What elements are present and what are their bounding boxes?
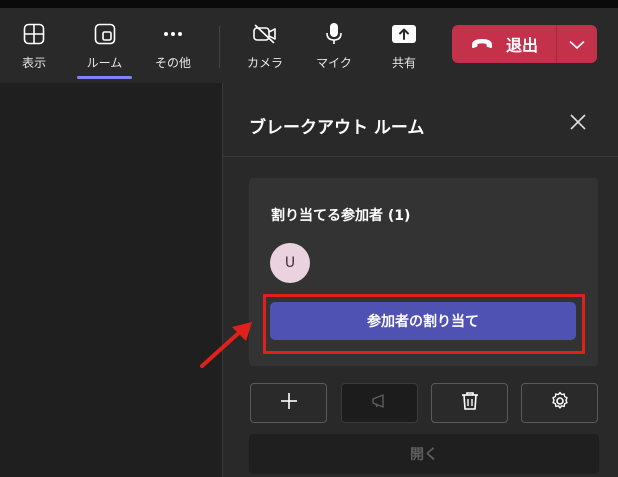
toolbar-separator [219,26,220,68]
more-label: その他 [154,56,191,70]
announcement-icon [370,393,390,413]
panel-title: ブレークアウト ルーム [249,118,425,138]
rooms-icon [94,21,116,47]
rooms-button[interactable]: ルーム [77,8,132,83]
more-button[interactable]: その他 [150,8,196,83]
settings-icon [550,391,570,415]
share-label: 共有 [391,56,416,70]
close-icon [570,114,586,134]
rooms-label: ルーム [86,56,123,70]
microphone-button[interactable]: マイク [312,8,356,83]
chevron-down-icon [569,35,585,54]
camera-button[interactable]: カメラ [243,8,287,83]
view-button[interactable]: 表示 [14,8,54,83]
share-button[interactable]: 共有 [384,8,424,83]
leave-button[interactable]: 退出 [452,25,597,63]
breakout-rooms-panel: ブレークアウト ルーム 割り当てる参加者 (1) U 参加者の割り当て 開く [222,83,618,477]
announcement-button [341,383,418,423]
trash-icon [461,391,479,415]
annotation-arrow [200,322,252,368]
view-label: 表示 [21,56,46,70]
add-room-button[interactable] [250,383,327,423]
share-icon [391,21,417,47]
room-settings-button[interactable] [521,383,598,423]
panel-divider [223,156,618,157]
camera-label: カメラ [246,56,283,70]
more-icon [162,21,184,47]
card-title: 割り当てる参加者 (1) [271,208,411,224]
avatar[interactable]: U [270,243,310,283]
grid-icon [23,21,45,47]
window-top-edge [0,0,618,8]
phone-hangup-icon [470,35,494,54]
delete-rooms-button[interactable] [431,383,508,423]
active-tab-indicator [77,76,132,79]
meeting-stage [0,83,222,477]
assign-participants-card: 割り当てる参加者 (1) U 参加者の割り当て [249,178,598,366]
open-rooms-button: 開く [249,434,599,474]
assign-participants-button[interactable]: 参加者の割り当て [270,302,576,340]
microphone-icon [324,21,344,47]
meeting-toolbar: 表示 ルーム その他 カメラ マイク 共有 退出 [0,8,618,83]
camera-off-icon [252,21,278,47]
leave-options-dropdown[interactable] [557,25,597,63]
leave-main-action[interactable]: 退出 [452,25,556,63]
close-panel-button[interactable] [563,109,593,139]
plus-icon [280,392,298,414]
microphone-label: マイク [316,56,352,70]
leave-label: 退出 [505,36,538,55]
